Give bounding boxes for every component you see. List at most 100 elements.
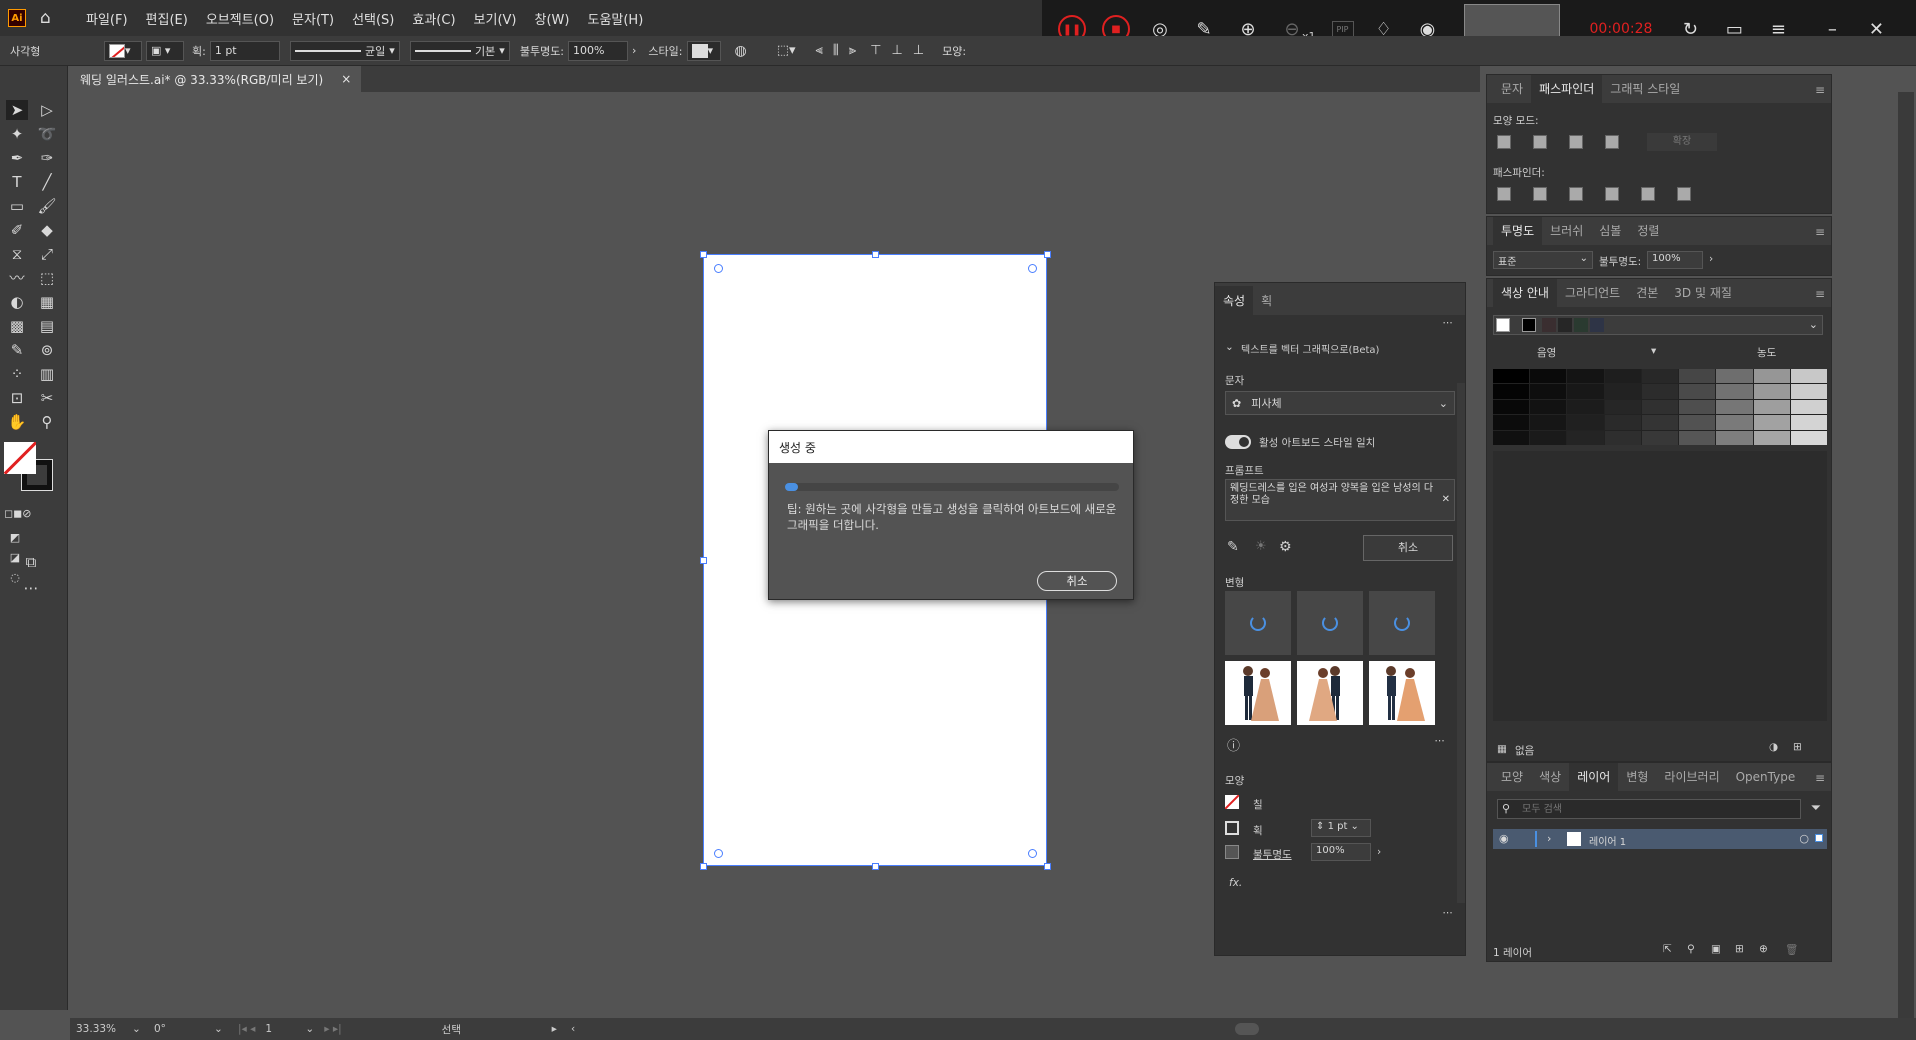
fill-none-icon[interactable] (1225, 795, 1239, 809)
color-mode-icon[interactable]: ◻◼⊘ (4, 504, 31, 524)
menu-type[interactable]: 문자(T) (292, 9, 334, 28)
warp-tool-icon[interactable]: 〰 (6, 268, 28, 288)
scroll-left-icon[interactable]: ‹ (571, 1023, 575, 1035)
color-variation-cell[interactable] (1679, 369, 1716, 384)
gradient-tool-icon[interactable]: ▤ (36, 316, 58, 336)
locate-icon[interactable]: ⚲ (1687, 943, 1695, 955)
layer-row[interactable]: ◉ › 레이어 1 ○ (1493, 829, 1827, 849)
next-page-icon[interactable]: ▸ ▸| (324, 1023, 341, 1035)
rectangle-tool-icon[interactable]: ▭ (6, 196, 28, 216)
harmony-bar[interactable]: ⌄ (1493, 315, 1823, 335)
variation-thumbnail[interactable] (1369, 661, 1435, 725)
swatch[interactable] (1522, 318, 1536, 332)
paintbrush-icon[interactable]: 🖌 (36, 196, 58, 216)
color-variation-cell[interactable] (1604, 384, 1641, 399)
perspective-grid-icon[interactable]: ▦ (36, 292, 58, 312)
blend-mode-select[interactable]: 표준 ⌄ (1493, 251, 1593, 269)
scale-tool-icon[interactable]: ⤢ (36, 244, 58, 264)
align-right-icon[interactable]: ⫸ (849, 43, 856, 58)
shaper-tool-icon[interactable]: ✐ (6, 220, 28, 240)
export-icon[interactable]: ⇱ (1663, 943, 1672, 955)
color-variation-cell[interactable] (1679, 384, 1716, 399)
cancel-button[interactable]: 취소 (1037, 571, 1117, 591)
free-transform-icon[interactable]: ⬚ (36, 268, 58, 288)
blend-tool-icon[interactable]: ⊚ (36, 340, 58, 360)
globe-icon[interactable]: ◍ (735, 43, 747, 59)
status-arrow-icon[interactable]: ▸ (552, 1023, 557, 1035)
selection-tool-icon[interactable]: ➤ (6, 100, 28, 120)
tab-properties[interactable]: 속성 (1215, 286, 1254, 315)
color-variation-cell[interactable] (1530, 369, 1567, 384)
color-variation-cell[interactable] (1567, 399, 1604, 415)
chevron-right-icon[interactable]: › (632, 44, 636, 57)
screen-mode-icon[interactable]: ⧉ (20, 552, 42, 572)
color-variation-cell[interactable] (1567, 369, 1604, 384)
color-wheel-icon[interactable]: ◑ (1769, 741, 1778, 753)
tab-symbols[interactable]: 심볼 (1591, 217, 1629, 245)
color-variation-cell[interactable] (1716, 415, 1753, 430)
tab-transparency[interactable]: 투명도 (1493, 217, 1543, 245)
color-variation-cell[interactable] (1493, 399, 1530, 415)
rotation-chevron-icon[interactable]: ⌄ (214, 1023, 234, 1035)
more-tools-icon[interactable]: ⋯ (20, 578, 42, 598)
menu-edit[interactable]: 편집(E) (146, 9, 188, 28)
color-variation-cell[interactable] (1567, 415, 1604, 430)
style-select[interactable]: ▾ (686, 40, 721, 61)
color-variation-cell[interactable] (1530, 399, 1567, 415)
page-number[interactable]: 1 (265, 1023, 305, 1035)
fill-stroke-swatch[interactable] (4, 442, 54, 492)
stroke-weight-field[interactable]: 1 pt (209, 40, 280, 61)
color-variation-cell[interactable] (1790, 369, 1827, 384)
exclude-icon[interactable] (1605, 135, 1619, 149)
zoom-chevron-icon[interactable]: ⌄ (132, 1023, 148, 1035)
color-variation-cell[interactable] (1641, 430, 1679, 445)
corner-widget[interactable] (1028, 849, 1037, 858)
align-left-icon[interactable]: ⫷ (816, 43, 823, 58)
color-variation-cell[interactable] (1790, 415, 1827, 430)
color-variation-cell[interactable] (1604, 415, 1641, 430)
corner-widget[interactable] (714, 264, 723, 273)
menu-effect[interactable]: 효과(C) (412, 9, 455, 28)
align-middle-icon[interactable]: ⊥ (892, 43, 903, 58)
page-chevron-icon[interactable]: ⌄ (305, 1023, 314, 1035)
color-variation-cell[interactable] (1679, 430, 1716, 445)
color-variation-cell[interactable] (1716, 384, 1753, 399)
type-tool-icon[interactable]: T (6, 172, 28, 192)
color-variation-cell[interactable] (1679, 415, 1716, 430)
zoom-tool-icon[interactable]: ⚲ (36, 412, 58, 432)
variation-dropdown-icon[interactable]: ▾ (1651, 345, 1656, 357)
crop-icon[interactable] (1605, 187, 1619, 201)
opacity-field[interactable]: 100% (1311, 843, 1371, 861)
color-variation-cell[interactable] (1604, 430, 1641, 445)
panel-menu-icon[interactable]: ≡ (1815, 225, 1825, 239)
handle-bl[interactable] (700, 863, 707, 870)
color-variation-cell[interactable] (1679, 399, 1716, 415)
bulb-icon[interactable]: ☀ (1255, 539, 1267, 554)
panel-menu-icon[interactable]: ≡ (1815, 771, 1825, 785)
swatch[interactable] (1590, 318, 1604, 332)
document-tab[interactable]: 웨딩 일러스트.ai* @ 33.33%(RGB/미리 보기) × (70, 66, 362, 92)
color-variation-cell[interactable] (1790, 384, 1827, 399)
tab-transform[interactable]: 변형 (1618, 763, 1656, 791)
selection-indicator[interactable] (1815, 834, 1823, 842)
zoom-level[interactable]: 33.33% (76, 1023, 132, 1035)
shape-builder-icon[interactable]: ◐ (6, 292, 28, 312)
outline-icon[interactable] (1641, 187, 1655, 201)
tab-gradient[interactable]: 그라디언트 (1557, 279, 1628, 307)
tab-stroke[interactable]: 획 (1253, 286, 1280, 315)
new-sublayer-icon[interactable]: ⊞ (1735, 943, 1744, 955)
align-top-icon[interactable]: ⊤ (870, 43, 881, 58)
swatch-library-icon[interactable]: ⊞ (1793, 741, 1802, 753)
chevron-down-icon[interactable]: ⌄ (1809, 318, 1818, 331)
prompt-textarea[interactable]: 웨딩드레스를 입은 여성과 양복을 입은 남성의 다정한 모습 ✕ (1225, 479, 1455, 521)
panel-more-icon[interactable]: ⋯ (1443, 317, 1454, 329)
color-variation-cell[interactable] (1641, 399, 1679, 415)
layer-search-field[interactable]: ⚲ (1497, 799, 1801, 819)
lasso-icon[interactable]: ➰ (36, 124, 58, 144)
intersect-icon[interactable] (1569, 135, 1583, 149)
rotation-value[interactable]: 0° (154, 1023, 214, 1035)
color-variation-cell[interactable] (1753, 384, 1790, 399)
handle-br[interactable] (1044, 863, 1051, 870)
color-variation-cell[interactable] (1716, 399, 1753, 415)
handle-tl[interactable] (700, 251, 707, 258)
